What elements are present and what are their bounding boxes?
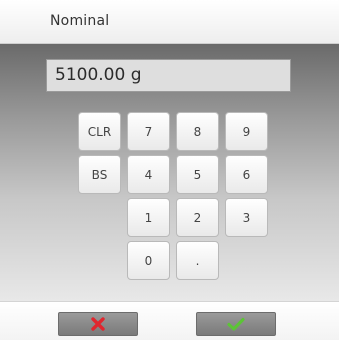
confirm-button[interactable] (196, 312, 276, 336)
action-bar (0, 301, 339, 340)
key-5[interactable]: 5 (176, 155, 219, 194)
title-bar: Nominal (0, 0, 339, 44)
key-4[interactable]: 4 (127, 155, 170, 194)
value-display-field[interactable]: 5100.00 g (46, 59, 291, 92)
key-8[interactable]: 8 (176, 112, 219, 151)
clear-key[interactable]: CLR (78, 112, 121, 151)
key-9[interactable]: 9 (225, 112, 268, 151)
page-title: Nominal (50, 13, 110, 29)
key-0[interactable]: 0 (127, 241, 170, 280)
key-6[interactable]: 6 (225, 155, 268, 194)
nominal-entry-screen: Nominal 5100.00 g CLR 7 8 9 BS 4 5 6 1 2… (0, 0, 339, 340)
backspace-key[interactable]: BS (78, 155, 121, 194)
key-1[interactable]: 1 (127, 198, 170, 237)
cancel-button[interactable] (58, 312, 138, 336)
green-checkmark-icon (227, 317, 245, 331)
decimal-point-key[interactable]: . (176, 241, 219, 280)
key-3[interactable]: 3 (225, 198, 268, 237)
key-7[interactable]: 7 (127, 112, 170, 151)
red-x-icon (91, 317, 105, 331)
keypad-panel: 5100.00 g CLR 7 8 9 BS 4 5 6 1 2 3 0 . (0, 44, 339, 301)
key-2[interactable]: 2 (176, 198, 219, 237)
